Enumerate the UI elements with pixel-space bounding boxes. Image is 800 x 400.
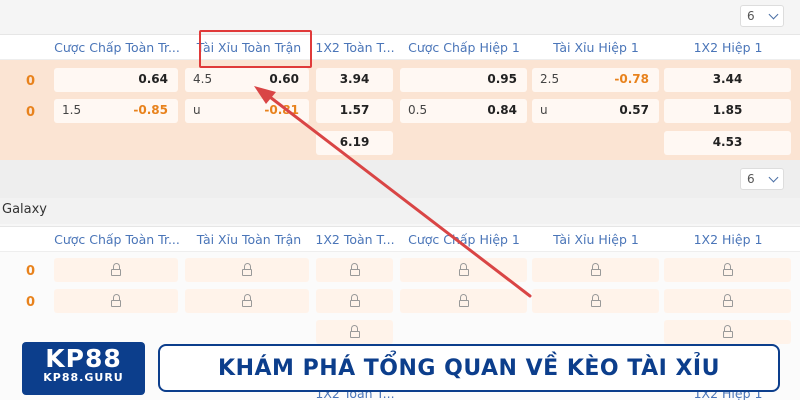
col-1x2-h1[interactable]: 1X2 Hiệp 1 [664,35,792,61]
lock-icon [349,263,360,276]
count-dropdown[interactable]: 6 [740,5,784,27]
odds-value: 0.57 [619,103,649,117]
odds-line: 2.5 [540,72,560,86]
odds-cell[interactable]: 1.5 -0.85 [54,99,178,123]
odds-value: -0.81 [264,103,299,117]
highlight-box [199,30,312,68]
odds-value: 4.53 [712,135,743,149]
locked-cell [532,258,659,282]
brand-logo: KP88 KP88.GURU [22,342,145,395]
row-label: 0 [26,295,36,310]
section-divider: 6 [0,160,800,198]
locked-cell [185,289,309,313]
odds-cell[interactable]: 1.85 [664,99,791,123]
odds-cell[interactable]: 3.94 [316,68,393,92]
count-dropdown[interactable]: 6 [740,168,784,190]
row-label: 0 [26,105,36,120]
title-banner: KHÁM PHÁ TỔNG QUAN VỀ KÈO TÀI XỈU [158,344,780,392]
locked-cell [316,320,393,344]
odds-cell[interactable]: 4.5 0.60 [185,68,309,92]
odds-line: 0.5 [408,103,428,117]
lock-icon [242,263,252,276]
lock-icon [722,294,733,307]
odds-cell[interactable]: 0.95 [400,68,527,92]
col-over-under-h1[interactable]: Tài Xỉu Hiệp 1 [532,227,660,253]
lock-icon [722,325,733,338]
locked-cell [316,289,393,313]
logo-domain: KP88.GURU [43,371,124,384]
odds-table: 0 0 0.64 4.5 0.60 3.94 0.95 2.5 -0.78 3.… [0,60,800,160]
lock-icon [722,263,733,276]
lock-icon [242,294,252,307]
odds-value: 1.85 [712,103,743,117]
col-handicap-full[interactable]: Cược Chấp Toàn Tr... [52,227,182,253]
col-1x2-full[interactable]: 1X2 Toàn T... [314,227,396,253]
odds-cell[interactable]: u -0.81 [185,99,309,123]
odds-value: 0.64 [138,72,168,86]
locked-cell [185,258,309,282]
banner-title: KHÁM PHÁ TỔNG QUAN VỀ KÈO TÀI XỈU [218,355,720,381]
league-name: Galaxy [0,198,800,224]
locked-cell [54,258,178,282]
odds-cell[interactable]: 6.19 [316,131,393,155]
dropdown-value: 6 [747,172,755,186]
odds-value: 3.94 [339,72,370,86]
locked-cell [400,258,527,282]
odds-line: 1.5 [62,103,82,117]
lock-icon [590,263,601,276]
col-1x2-h1[interactable]: 1X2 Hiệp 1 [664,227,792,253]
odds-value: -0.78 [614,72,649,86]
chevron-down-icon [768,9,779,19]
odds-value: 1.57 [339,103,370,117]
locked-cell [532,289,659,313]
odds-value: -0.85 [133,103,168,117]
locked-cell [316,258,393,282]
locked-cell [54,289,178,313]
odds-line: u [540,103,548,117]
lock-icon [349,294,360,307]
odds-cell[interactable]: u 0.57 [532,99,659,123]
odds-cell[interactable]: 1.57 [316,99,393,123]
lock-icon [111,294,121,307]
lock-icon [458,263,469,276]
col-handicap-h1[interactable]: Cược Chấp Hiệp 1 [400,227,528,253]
col-handicap-h1[interactable]: Cược Chấp Hiệp 1 [400,35,528,61]
locked-cell [664,258,791,282]
dropdown-value: 6 [747,9,755,23]
logo-text: KP88 [45,344,122,373]
col-over-under-full[interactable]: Tài Xỉu Toàn Trận [186,227,312,253]
lock-icon [111,263,121,276]
odds-cell[interactable]: 2.5 -0.78 [532,68,659,92]
lock-icon [458,294,469,307]
odds-value: 3.44 [712,72,743,86]
row-label: 0 [26,74,36,89]
market-header-row: Cược Chấp Toàn Tr... Tài Xỉu Toàn Trận 1… [0,226,800,252]
locked-cell [664,289,791,313]
odds-line: u [193,103,201,117]
locked-cell [400,289,527,313]
odds-cell[interactable]: 0.5 0.84 [400,99,527,123]
row-label: 0 [26,264,36,279]
col-handicap-full[interactable]: Cược Chấp Toàn Tr... [52,35,182,61]
odds-value: 0.95 [487,72,517,86]
col-1x2-full[interactable]: 1X2 Toàn T... [314,35,396,61]
lock-icon [349,325,360,338]
odds-cell[interactable]: 0.64 [54,68,178,92]
market-header-row: Cược Chấp Toàn Tr... Tài Xỉu Toàn Trận 1… [0,34,800,60]
top-bar: 6 [0,0,800,34]
odds-value: 0.84 [487,103,517,117]
odds-value: 6.19 [339,135,370,149]
odds-value: 0.60 [269,72,299,86]
odds-line: 4.5 [193,72,213,86]
col-over-under-h1[interactable]: Tài Xỉu Hiệp 1 [532,35,660,61]
chevron-down-icon [768,172,779,182]
odds-cell[interactable]: 4.53 [664,131,791,155]
lock-icon [590,294,601,307]
locked-cell [664,320,791,344]
odds-cell[interactable]: 3.44 [664,68,791,92]
